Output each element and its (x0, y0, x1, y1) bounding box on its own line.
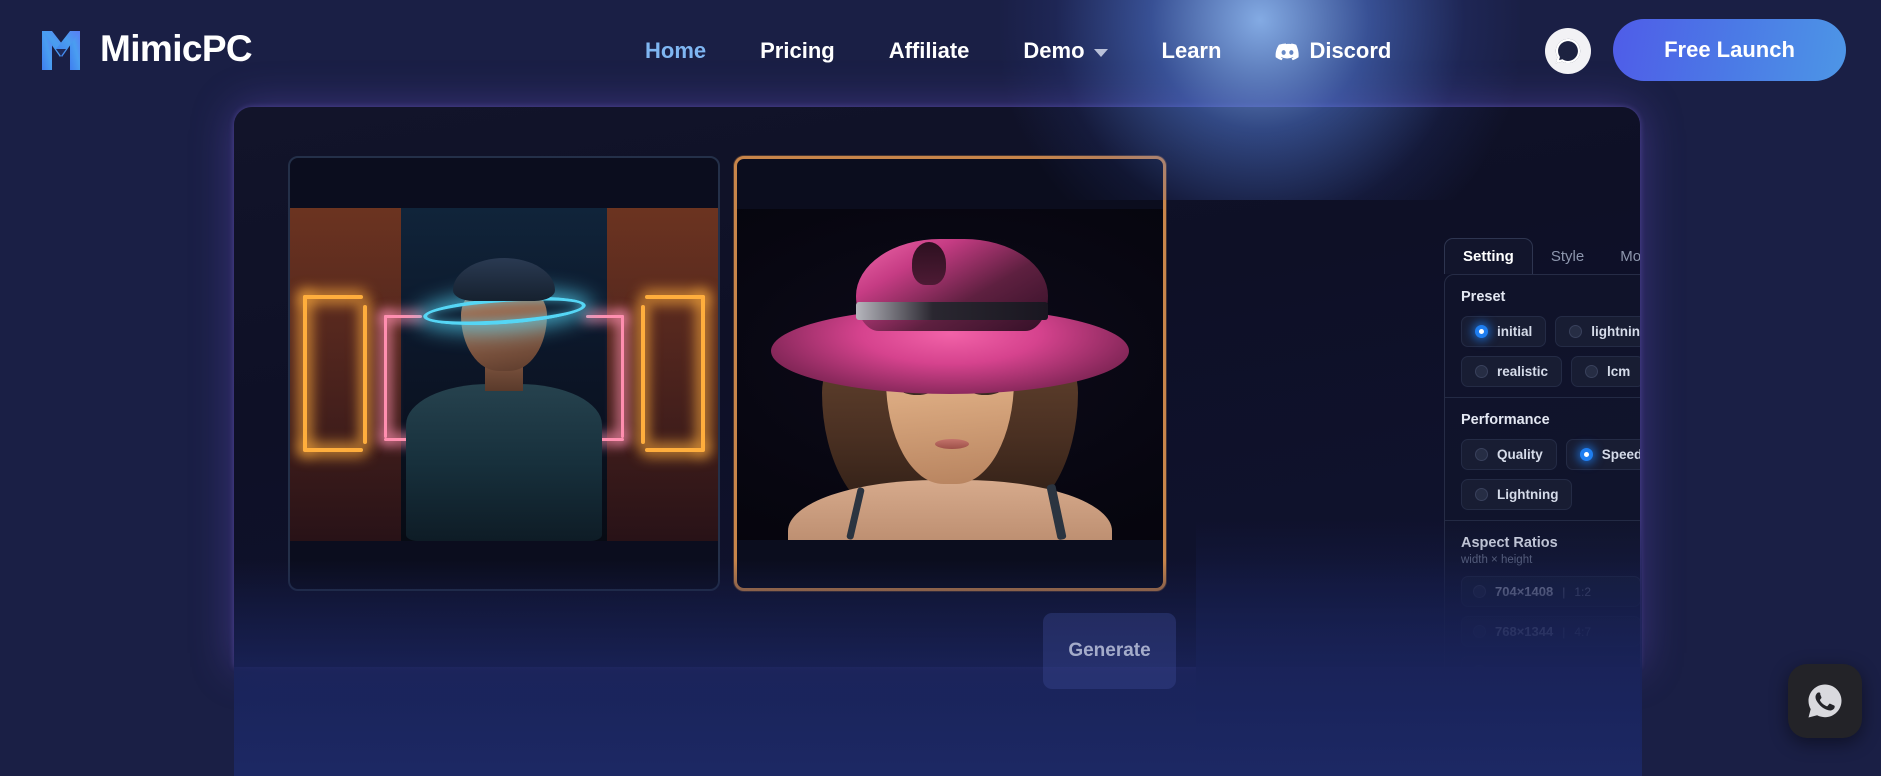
nav-label-discord: Discord (1309, 38, 1392, 63)
nav-label-affiliate: Affiliate (888, 38, 970, 63)
mimicpc-logo-icon (36, 22, 90, 76)
preset-option-realistic[interactable]: realistic (1461, 356, 1563, 387)
radio-icon (1569, 325, 1583, 338)
nav-item-affiliate[interactable]: Affiliate (862, 38, 997, 64)
setting-tab-content: Preset initial lightning anime (1444, 274, 1640, 667)
preset-section: Preset initial lightning anime (1445, 275, 1640, 397)
header-whatsapp-button[interactable] (1545, 28, 1591, 74)
aspect-ratio-dimensions: 768×1344 (1495, 624, 1554, 639)
performance-option-lightning[interactable]: Lightning (1461, 479, 1573, 510)
preset-label-lightning: lightning (1591, 324, 1640, 339)
aspect-ratio-value: 1:2 (1574, 584, 1592, 599)
gallery-item-pink-hat-woman[interactable] (734, 156, 1166, 591)
aspect-ratio-option[interactable]: 704×1408 | 1:2 (1461, 576, 1640, 607)
radio-icon (1473, 625, 1486, 638)
aspect-ratio-option[interactable]: 768×1344 | 4:7 (1461, 616, 1640, 647)
tab-setting[interactable]: Setting (1444, 238, 1533, 274)
preset-option-lcm[interactable]: lcm (1571, 356, 1640, 387)
aspect-ratio-separator: | (1562, 665, 1565, 668)
tab-style[interactable]: Style (1533, 239, 1602, 274)
app-preview-window: masterpiece, best quality, illustration,… (234, 107, 1640, 667)
floating-whatsapp-button[interactable] (1788, 664, 1862, 738)
aspect-ratio-dimensions: 704×1408 (1495, 584, 1554, 599)
aspect-ratios-title: Aspect Ratios (1461, 535, 1558, 551)
preset-option-initial[interactable]: initial (1461, 316, 1547, 347)
preset-title: Preset (1461, 289, 1506, 305)
aspect-ratio-option[interactable]: 832×1216 | 13:19 (1461, 656, 1640, 667)
radio-icon (1475, 488, 1488, 501)
landing-page: MimicPC Home Pricing Affiliate Demo Lear… (0, 0, 1881, 776)
radio-icon (1475, 365, 1488, 378)
performance-label-quality: Quality (1497, 447, 1543, 462)
preset-label-realistic: realistic (1497, 364, 1549, 379)
logo-wordmark: MimicPC (100, 28, 253, 69)
nav-label-home: Home (645, 38, 707, 63)
preset-options: initial lightning anime realistic (1461, 316, 1640, 387)
aspect-ratio-value: 13:19 (1574, 665, 1604, 668)
nav-item-home[interactable]: Home (618, 38, 733, 64)
radio-icon (1475, 448, 1488, 461)
settings-tabs: Setting Style Model Advanced (1444, 238, 1640, 274)
nav-item-discord[interactable]: Discord (1248, 38, 1418, 64)
tab-model[interactable]: Model (1602, 239, 1640, 274)
preset-label-initial: initial (1497, 324, 1533, 339)
generated-image-2 (737, 209, 1163, 540)
radio-icon (1475, 325, 1488, 338)
main-navigation: Home Pricing Affiliate Demo Learn Discor… (618, 0, 1418, 102)
nav-label-pricing: Pricing (760, 38, 835, 63)
performance-title: Performance (1461, 412, 1550, 428)
whatsapp-icon (1808, 684, 1842, 718)
gallery-item-neon-halo-woman[interactable] (288, 156, 720, 591)
nav-item-demo[interactable]: Demo (996, 38, 1134, 64)
discord-icon (1275, 42, 1300, 61)
nav-item-learn[interactable]: Learn (1135, 38, 1249, 64)
performance-option-quality[interactable]: Quality (1461, 439, 1557, 470)
radio-icon (1579, 448, 1593, 461)
radio-icon (1473, 665, 1486, 667)
performance-label-speed: Speed (1601, 447, 1640, 462)
nav-label-learn: Learn (1161, 38, 1222, 63)
aspect-ratio-separator: | (1562, 584, 1566, 599)
free-launch-button[interactable]: Free Launch (1613, 19, 1846, 81)
aspect-ratio-separator: | (1562, 624, 1566, 639)
radio-icon (1585, 365, 1599, 378)
image-gallery (288, 156, 1178, 667)
whatsapp-icon (1555, 38, 1581, 64)
site-header: MimicPC Home Pricing Affiliate Demo Lear… (0, 0, 1881, 200)
nav-item-pricing[interactable]: Pricing (733, 38, 862, 64)
chevron-down-icon (1093, 48, 1108, 57)
aspect-ratio-dimensions: 832×1216 (1495, 664, 1553, 667)
brand-logo[interactable]: MimicPC (36, 22, 253, 76)
aspect-ratios-subtitle: width × height (1461, 554, 1533, 566)
aspect-ratio-options: 704×1408 | 1:2 704×1344 | 11:21 76 (1461, 576, 1640, 667)
performance-label-lightning: Lightning (1497, 487, 1559, 502)
performance-section: Performance Quality Speed Extreme Spe (1445, 397, 1640, 520)
preset-label-lcm: lcm (1607, 364, 1631, 379)
nav-label-demo: Demo (1023, 38, 1085, 63)
generated-image-1 (290, 208, 718, 541)
aspect-ratios-section: Aspect Ratios width × height 704×1408 | … (1445, 520, 1640, 667)
settings-panel: Setting Style Model Advanced Preset init… (1430, 107, 1640, 667)
radio-icon (1473, 585, 1486, 598)
preset-option-lightning[interactable]: lightning (1555, 316, 1640, 347)
generate-button[interactable]: Generate (1043, 613, 1176, 689)
aspect-ratio-value: 4:7 (1574, 624, 1592, 639)
performance-options: Quality Speed Extreme Speed Lightni (1461, 439, 1640, 510)
performance-option-speed[interactable]: Speed (1565, 439, 1640, 470)
